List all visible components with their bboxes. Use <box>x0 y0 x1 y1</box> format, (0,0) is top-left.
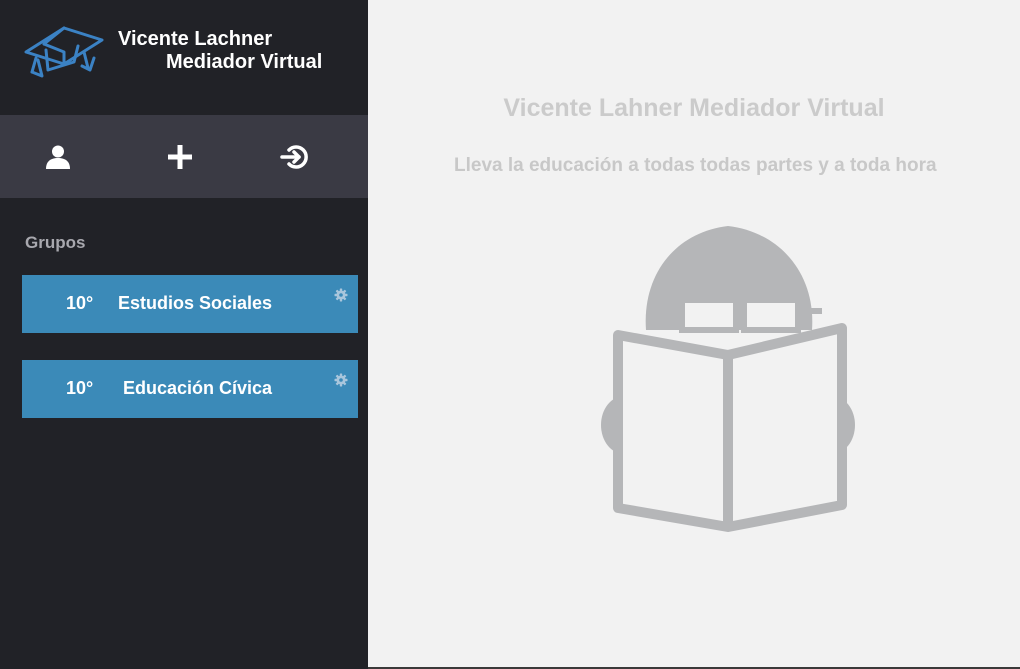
brand-tagline: Mediador Virtual <box>166 51 323 73</box>
brand-header: Vicente Lachner Mediador Virtual <box>0 0 368 115</box>
logout-button[interactable] <box>264 115 324 198</box>
sidebar: Vicente Lachner Mediador Virtual Grupos <box>0 0 368 669</box>
student-reading-book-icon <box>601 226 855 532</box>
add-group-button[interactable] <box>150 115 210 198</box>
group-name: Estudios Sociales <box>118 293 273 313</box>
group-card-educacion-civica[interactable]: 10° Educación Cívica <box>22 360 358 418</box>
page-subtitle: Lleva la educación a todas todas partes … <box>454 155 937 176</box>
group-grade: 10° <box>66 293 94 313</box>
brand-name: Vicente Lachner <box>118 28 273 50</box>
user-icon <box>46 145 70 169</box>
graduation-cap-icon <box>24 26 104 78</box>
gear-icon[interactable] <box>334 288 348 302</box>
group-card-estudios-sociales[interactable]: 10° Estudios Sociales <box>22 275 358 333</box>
page-title: Vicente Lahner Mediador Virtual <box>503 94 885 122</box>
profile-button[interactable] <box>28 115 88 198</box>
group-grade: 10° <box>66 378 94 398</box>
groups-heading: Grupos <box>25 233 86 252</box>
logout-icon <box>280 144 308 169</box>
gear-icon[interactable] <box>334 373 348 387</box>
sidebar-toolbar <box>0 115 368 198</box>
plus-icon <box>168 144 192 169</box>
group-name: Educación Cívica <box>123 378 273 398</box>
